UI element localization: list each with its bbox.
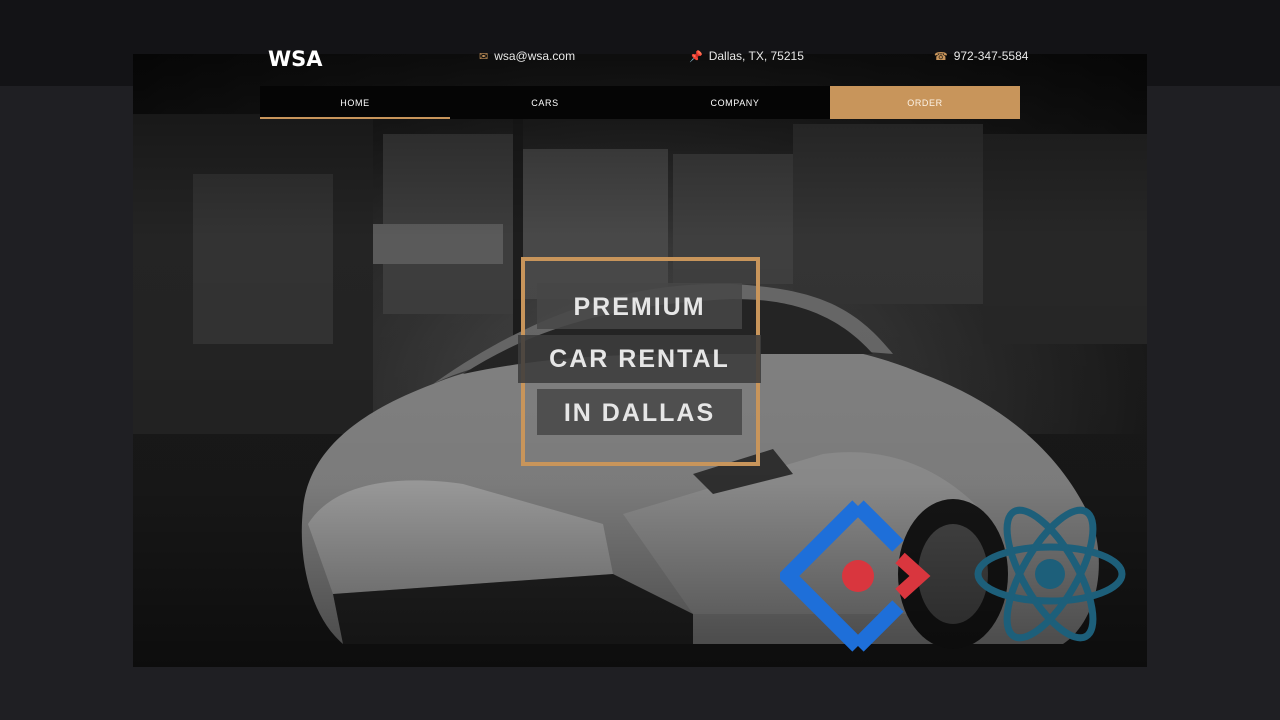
contact-address: 📌 Dallas, TX, 75215 [689, 49, 804, 63]
contact-email[interactable]: ✉ wsa@wsa.com [479, 49, 575, 63]
hero-title-line-2: CAR RENTAL [518, 335, 761, 383]
phone-icon: ☎ [934, 50, 948, 63]
hero-title-line-3: IN DALLAS [537, 389, 742, 435]
pin-icon: 📌 [689, 50, 703, 63]
nav-company[interactable]: COMPANY [640, 86, 830, 119]
hero-title-line-1: PREMIUM [537, 283, 742, 329]
contact-phone[interactable]: ☎ 972-347-5584 [934, 49, 1028, 63]
nav-home-label: HOME [340, 97, 370, 108]
site-header: WSA ✉ wsa@wsa.com 📌 Dallas, TX, 75215 ☎ … [0, 44, 1280, 70]
main-nav: HOME CARS COMPANY ORDER [260, 86, 1020, 119]
envelope-icon: ✉ [479, 50, 489, 63]
contact-address-text: Dallas, TX, 75215 [708, 49, 804, 63]
angular-style-logo-icon [780, 500, 931, 652]
contact-phone-text: 972-347-5584 [953, 49, 1029, 63]
nav-cars[interactable]: CARS [450, 86, 640, 119]
logo-text: WSA [268, 47, 323, 70]
react-logo-icon [974, 506, 1126, 642]
nav-order-label: ORDER [907, 97, 943, 108]
contact-email-text: wsa@wsa.com [494, 49, 576, 63]
nav-company-label: COMPANY [710, 97, 760, 108]
nav-cars-label: CARS [531, 97, 559, 108]
nav-order[interactable]: ORDER [830, 86, 1020, 119]
wsa-logo[interactable]: WSA [268, 44, 340, 70]
nav-home[interactable]: HOME [260, 86, 450, 119]
